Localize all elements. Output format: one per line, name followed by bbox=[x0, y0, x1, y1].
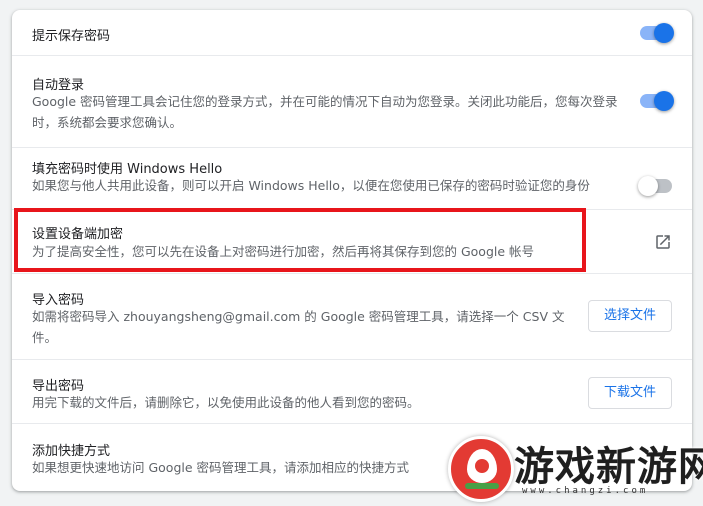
logo-stem bbox=[465, 483, 499, 489]
setting-description: 用完下载的文件后，请删除它，以免使用此设备的他人看到您的密码。 bbox=[32, 395, 420, 410]
toggle-knob bbox=[654, 23, 674, 43]
setting-row-import: 导入密码 如需将密码导入 zhouyangsheng@gmail.com 的 G… bbox=[12, 274, 692, 360]
import-choose-file-button[interactable]: 选择文件 bbox=[587, 300, 672, 332]
setting-row-auto-signin: 自动登录 Google 密码管理工具会记住您的登录方式，并在可能的情况下自动为您… bbox=[12, 56, 692, 148]
setting-row-device-encryption[interactable]: 设置设备端加密 为了提高安全性，您可以先在设备上对密码进行加密，然后再将其保存到… bbox=[12, 210, 692, 274]
setting-title: 提示保存密码 bbox=[32, 29, 111, 44]
setting-row-export: 导出密码 用完下载的文件后，请删除它，以免使用此设备的他人看到您的密码。 下载文… bbox=[12, 360, 692, 424]
windows-hello-toggle[interactable] bbox=[638, 176, 672, 196]
open-in-new-icon[interactable] bbox=[654, 233, 672, 251]
setting-row-windows-hello: 填充密码时使用 Windows Hello 如果您与他人共用此设备，则可以开启 … bbox=[12, 148, 692, 210]
offer-save-toggle[interactable] bbox=[640, 23, 674, 43]
setting-description: 如需将密码导入 zhouyangsheng@gmail.com 的 Google… bbox=[32, 309, 565, 345]
logo-dot bbox=[475, 459, 489, 473]
site-watermark: 游戏新游网 www.changzi.com bbox=[442, 430, 703, 506]
setting-title: 设置设备端加密 bbox=[32, 227, 124, 242]
watermark-logo-icon bbox=[448, 436, 514, 502]
setting-row-offer-save: 提示保存密码 bbox=[12, 10, 692, 56]
toggle-knob bbox=[654, 91, 674, 111]
watermark-url: www.changzi.com bbox=[522, 486, 649, 496]
watermark-title: 游戏新游网 bbox=[514, 444, 703, 490]
export-download-file-button[interactable]: 下载文件 bbox=[587, 377, 672, 409]
auto-signin-toggle[interactable] bbox=[640, 91, 674, 111]
setting-description: 为了提高安全性，您可以先在设备上对密码进行加密，然后再将其保存到您的 Googl… bbox=[32, 244, 535, 259]
password-settings-card: 提示保存密码 自动登录 Google 密码管理工具会记住您的登录方式，并在可能的… bbox=[12, 10, 692, 491]
setting-description: 如果您与他人共用此设备，则可以开启 Windows Hello，以便在您使用已保… bbox=[32, 178, 590, 193]
toggle-knob bbox=[638, 176, 658, 196]
setting-description: Google 密码管理工具会记住您的登录方式，并在可能的情况下自动为您登录。关闭… bbox=[32, 94, 618, 130]
